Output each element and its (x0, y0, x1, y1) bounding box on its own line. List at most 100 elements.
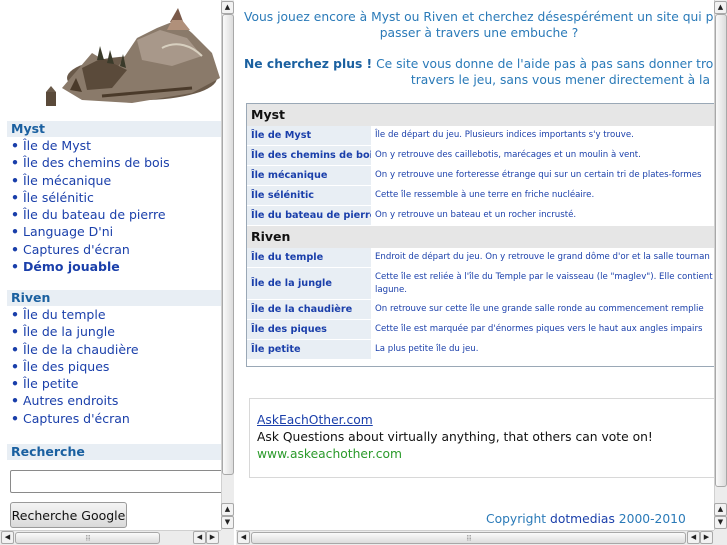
nav-link[interactable]: Île mécanique (23, 173, 111, 188)
bullet-icon: • (11, 138, 19, 153)
nav-item-autres-endroits[interactable]: • Autres endroits (7, 392, 221, 409)
scroll-left-icon[interactable]: ◀ (687, 531, 700, 544)
nav-link[interactable]: Île petite (23, 376, 78, 391)
search-input[interactable] (10, 470, 221, 493)
nav-item-captures-myst[interactable]: • Captures d'écran (7, 241, 221, 258)
scroll-up-icon[interactable]: ▲ (714, 503, 727, 516)
scroll-left-icon[interactable]: ◀ (193, 531, 206, 544)
nav-section-myst: Myst • Île de Myst • Île des chemins de bo… (7, 121, 221, 275)
scroll-right-icon[interactable]: ▶ (206, 531, 219, 544)
nav-item-jungle[interactable]: • Île de la jungle (7, 323, 221, 340)
nav-item-petite[interactable]: • Île petite (7, 375, 221, 392)
island-description: On y retrouve des caillebotis, marécages… (371, 146, 714, 165)
intro-help-line-1: Ne cherchez plus ! Ce site vous donne de… (244, 56, 714, 72)
intro-line-2: passer à travers une embuche ? (379, 26, 579, 40)
left-frame-content: Myst • Île de Myst • Île des chemins de bo… (0, 0, 221, 530)
island-name-cell: Île de la jungle (247, 268, 371, 299)
nav-link[interactable]: Île des chemins de bois (23, 155, 170, 170)
ad-title-link[interactable]: AskEachOther.com (257, 413, 373, 427)
right-vertical-scrollbar[interactable]: ▲ ▲ ▼ (714, 0, 727, 530)
scroll-thumb[interactable] (715, 14, 727, 487)
table-row: Île des chemins de bois On y retrouve de… (247, 146, 714, 166)
scroll-left-icon[interactable]: ◀ (1, 531, 14, 544)
nav-item-selenitic[interactable]: • Île sélénitic (7, 189, 221, 206)
scroll-up-icon[interactable]: ▲ (714, 1, 727, 14)
nav-link[interactable]: Autres endroits (23, 393, 118, 408)
nav-item-piques[interactable]: • Île des piques (7, 358, 221, 375)
island-name-cell: Île du bateau de pierre (247, 206, 376, 225)
intro-line-1: Vous jouez encore à Myst ou Riven et che… (244, 10, 714, 24)
scroll-thumb[interactable]: ⁞⁞⁞ (251, 532, 686, 544)
nav-item-language-dni[interactable]: • Language D'ni (7, 223, 221, 240)
island-name-cell: Île des chemins de bois (247, 146, 379, 165)
copyright-years: 2000-2010 (618, 512, 686, 526)
nav-link[interactable]: Île de la chaudière (23, 342, 139, 357)
scrollbar-corner (221, 530, 234, 545)
bullet-icon: • (11, 324, 19, 340)
nav-link[interactable]: Île de Myst (23, 138, 91, 153)
intro-text: Vous jouez encore à Myst ou Riven et che… (244, 9, 714, 41)
left-horizontal-scrollbar[interactable]: ◀ ⁞⁞⁞ ◀ ▶ (0, 530, 221, 545)
scroll-left-icon[interactable]: ◀ (237, 531, 250, 544)
island-link[interactable]: Île des chemins de bois (251, 150, 379, 161)
island-link[interactable]: Île de la jungle (251, 278, 332, 289)
right-frame-content: Vous jouez encore à Myst ou Riven et che… (236, 0, 714, 530)
nav-link[interactable]: Captures d'écran (23, 411, 130, 426)
nav-list-myst: • Île de Myst • Île des chemins de bois • Î… (7, 137, 221, 275)
intro-help-line-1-text: Ce site vous donne de l'aide pas à pas s… (376, 57, 714, 71)
scroll-thumb[interactable] (222, 14, 234, 475)
island-name-cell: Île petite (247, 340, 371, 359)
ad-url-link[interactable]: www.askeachother.com (257, 447, 402, 461)
bullet-icon: • (11, 341, 19, 357)
scroll-down-icon[interactable]: ▼ (221, 516, 234, 529)
dotmedias-link[interactable]: dotmedias (550, 512, 615, 526)
intro-help-bold: Ne cherchez plus ! (244, 57, 373, 71)
table-row: Île de la chaudière On retrouve sur cett… (247, 300, 714, 320)
island-description: On y retrouve un bateau et un rocher inc… (371, 206, 714, 225)
nav-item-ile-de-myst[interactable]: • Île de Myst (7, 137, 221, 154)
nav-link[interactable]: Language D'ni (23, 224, 113, 239)
island-link[interactable]: Île des piques (251, 324, 327, 335)
bullet-icon: • (11, 376, 19, 392)
nav-link[interactable]: Captures d'écran (23, 242, 130, 257)
myst-island-banner (46, 8, 220, 106)
island-link[interactable]: Île sélénitic (251, 190, 314, 201)
intro-help-line-2: travers le jeu, sans vous mener directem… (410, 73, 710, 87)
island-link[interactable]: Île du temple (251, 252, 323, 263)
scroll-up-icon[interactable]: ▲ (221, 503, 234, 516)
guide-section-myst: Myst (247, 104, 714, 126)
scroll-right-icon[interactable]: ▶ (700, 531, 713, 544)
island-name-cell: Île sélénitic (247, 186, 371, 205)
nav-link[interactable]: Île de la jungle (23, 324, 115, 339)
nav-link[interactable]: Île du temple (23, 307, 106, 322)
bullet-icon: • (11, 224, 19, 240)
nav-link[interactable]: Île sélénitic (23, 190, 94, 205)
island-name-cell: Île mécanique (247, 166, 371, 185)
island-link[interactable]: Île du bateau de pierre (251, 210, 376, 221)
nav-link[interactable]: Démo jouable (23, 259, 120, 274)
table-row: Île des piques Cette île est marquée par… (247, 320, 714, 340)
right-horizontal-scrollbar[interactable]: ◀ ⁞⁞⁞ ◀ ▶ (236, 530, 714, 545)
left-vertical-scrollbar[interactable]: ▲ ▲ ▼ (221, 0, 234, 530)
island-link[interactable]: Île de la chaudière (251, 304, 352, 315)
table-row: Île petite La plus petite île du jeu. (247, 340, 714, 360)
nav-item-ile-du-temple[interactable]: • Île du temple (7, 306, 221, 323)
island-link[interactable]: Île de Myst (251, 130, 311, 141)
nav-item-demo-jouable[interactable]: • Démo jouable (7, 258, 221, 275)
nav-item-chaudiere[interactable]: • Île de la chaudière (7, 341, 221, 358)
scroll-down-icon[interactable]: ▼ (714, 516, 727, 529)
island-link[interactable]: Île petite (251, 344, 301, 355)
nav-section-title: Myst (7, 121, 221, 137)
nav-item-bateau-de-pierre[interactable]: • Île du bateau de pierre (7, 206, 221, 223)
scroll-up-icon[interactable]: ▲ (221, 1, 234, 14)
nav-item-mecanique[interactable]: • Île mécanique (7, 172, 221, 189)
nav-item-chemins-de-bois[interactable]: • Île des chemins de bois (7, 154, 221, 171)
google-search-button[interactable]: Recherche Google (10, 502, 127, 528)
nav-item-captures-riven[interactable]: • Captures d'écran (7, 410, 221, 427)
nav-section-riven: Riven • Île du temple • Île de la jungle •… (7, 290, 221, 427)
nav-link[interactable]: Île du bateau de pierre (23, 207, 166, 222)
table-row: Île sélénitic Cette île ressemble à une … (247, 186, 714, 206)
nav-link[interactable]: Île des piques (23, 359, 109, 374)
scroll-thumb[interactable]: ⁞⁞⁞ (15, 532, 160, 544)
island-link[interactable]: Île mécanique (251, 170, 327, 181)
